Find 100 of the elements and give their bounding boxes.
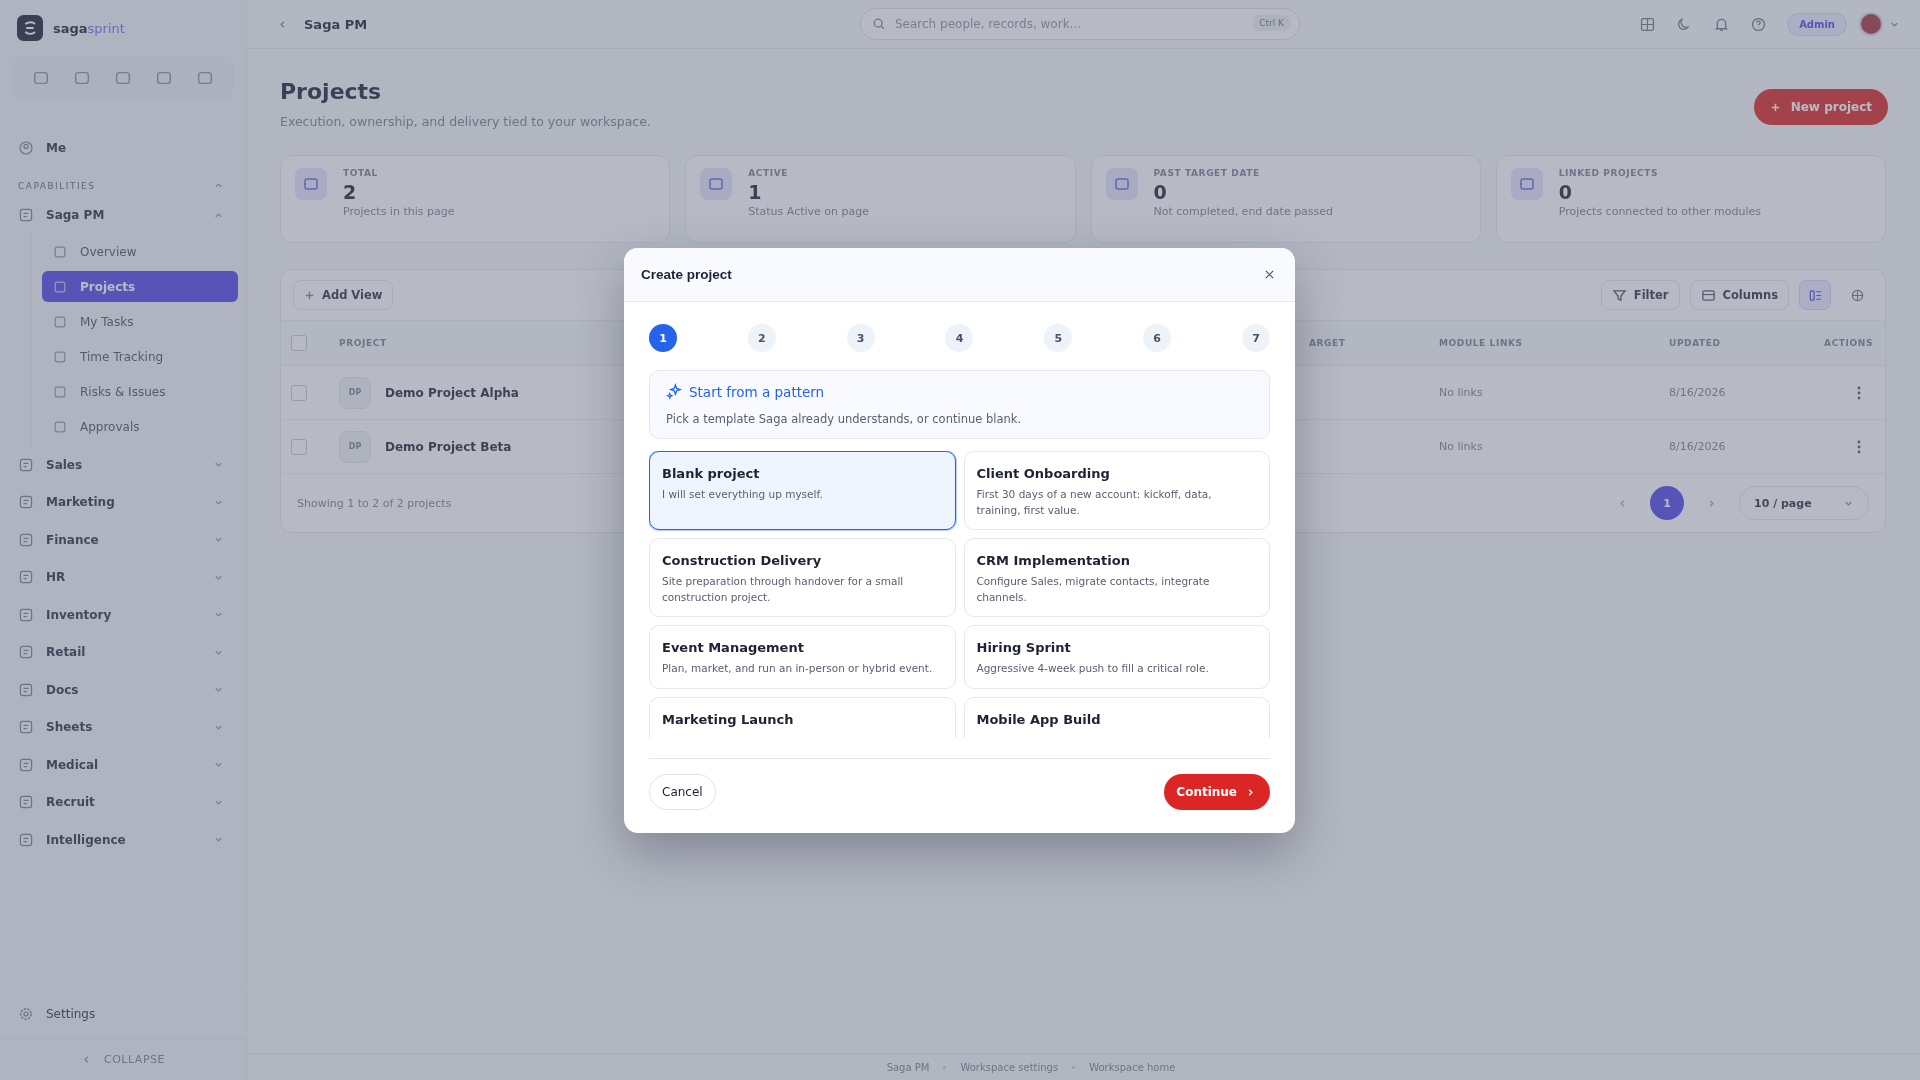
project-avatar: DP xyxy=(339,376,371,409)
filter-button[interactable]: Filter xyxy=(1600,280,1680,310)
stat-value: 0 xyxy=(1558,181,1573,203)
nav-group[interactable]: Finance xyxy=(46,532,201,547)
row-checkbox[interactable] xyxy=(291,438,307,455)
stat-value: 2 xyxy=(343,181,358,203)
nav-group[interactable]: Marketing xyxy=(46,495,201,510)
nav-group[interactable]: Inventory xyxy=(46,607,201,622)
nav-item[interactable]: Risks & Issues xyxy=(42,376,238,407)
nav-group[interactable]: Sales xyxy=(46,457,201,472)
apps-icon[interactable] xyxy=(1639,15,1657,33)
project-avatar: DP xyxy=(339,430,371,463)
stat-note: Projects connected to other modules xyxy=(1558,205,1761,218)
banner-title: Start from a pattern xyxy=(689,383,825,400)
shortcut-icon[interactable] xyxy=(31,69,50,87)
nav-group[interactable]: Sheets xyxy=(46,720,201,735)
step-indicator[interactable]: 1 xyxy=(649,324,677,352)
list-icon xyxy=(1807,287,1823,303)
continue-button[interactable]: Continue xyxy=(1164,774,1270,810)
shortcut-icon[interactable] xyxy=(113,69,132,87)
nav-group[interactable]: Saga PM xyxy=(46,208,201,223)
module-icon xyxy=(18,644,34,661)
template-description: Plan, market, and run an in-person or hybrid event. xyxy=(662,661,934,676)
step-indicator[interactable]: 4 xyxy=(945,324,974,352)
brand-name: sagasprint xyxy=(53,20,125,36)
column-header: ARGET xyxy=(1309,338,1347,348)
collapse-button[interactable]: COLLAPSE xyxy=(0,1038,246,1080)
step-indicator[interactable]: 7 xyxy=(1241,324,1270,352)
module-icon xyxy=(18,831,34,848)
template-card[interactable]: Blank project I will set everything up myself. xyxy=(649,451,956,530)
more-icon[interactable] xyxy=(1857,438,1861,455)
list-view-button[interactable] xyxy=(1799,280,1831,310)
template-card[interactable]: Construction Delivery Site preparation through handover for a small construction project. xyxy=(649,538,956,617)
nav-item[interactable]: My Tasks xyxy=(42,306,238,337)
module-icon xyxy=(18,207,34,224)
footer-link[interactable]: Workspace home xyxy=(1089,1061,1176,1073)
template-title: Construction Delivery xyxy=(662,553,823,568)
template-card[interactable]: Hiring Sprint Aggressive 4-week push to fill a critical role. xyxy=(963,625,1270,689)
columns-icon xyxy=(1700,287,1716,303)
logo-icon xyxy=(17,15,43,41)
nav-item[interactable]: Approvals xyxy=(42,411,238,442)
nav-group[interactable]: Docs xyxy=(46,682,201,697)
nav-item[interactable]: Me xyxy=(46,140,224,155)
stat-value: 0 xyxy=(1153,181,1168,203)
template-description: Configure Sales, migrate contacts, integrate channels. xyxy=(976,574,1211,605)
step-indicator[interactable]: 2 xyxy=(747,324,776,352)
shortcut-icon[interactable] xyxy=(196,69,215,87)
module-icon xyxy=(18,794,34,811)
avatar[interactable] xyxy=(1859,12,1883,36)
table-cell-text: 8/16/2026 xyxy=(1669,440,1727,453)
close-icon[interactable] xyxy=(1264,269,1275,280)
column-header: ACTIONS xyxy=(1824,338,1873,348)
stat-label: TOTAL xyxy=(343,168,379,178)
user-icon xyxy=(18,139,34,156)
settings-icon xyxy=(18,1006,34,1022)
project-name[interactable]: Demo Project Beta xyxy=(385,439,512,454)
module-icon xyxy=(18,681,34,698)
new-project-button[interactable]: New project xyxy=(1753,89,1888,125)
module-icon xyxy=(18,569,34,586)
stat-icon xyxy=(295,168,327,200)
template-card[interactable]: Client Onboarding First 30 days of a new account: kickoff, data, training, first value. xyxy=(963,451,1270,530)
module-icon xyxy=(18,606,34,623)
nav-group[interactable]: Retail xyxy=(46,645,201,660)
step-indicator[interactable]: 6 xyxy=(1143,324,1172,352)
nav-group[interactable]: Intelligence xyxy=(46,832,201,847)
template-card[interactable]: Event Management Plan, market, and run an in-person or hybrid event. xyxy=(649,625,956,689)
step-indicator[interactable]: 5 xyxy=(1044,324,1073,352)
footer-link[interactable]: Saga PM xyxy=(886,1061,930,1073)
footer-link[interactable]: Workspace settings xyxy=(960,1061,1059,1073)
nav-item[interactable]: Time Tracking xyxy=(42,341,238,372)
row-checkbox[interactable] xyxy=(291,384,307,401)
template-title: CRM Implementation xyxy=(976,553,1131,568)
stat-icon xyxy=(1105,168,1138,200)
nav-group[interactable]: HR xyxy=(46,570,201,585)
page-button[interactable]: 1 xyxy=(1650,486,1684,520)
template-title: Marketing Launch xyxy=(662,712,795,727)
shortcut-icon[interactable] xyxy=(72,69,91,87)
select-all-checkbox[interactable] xyxy=(291,335,307,351)
plus-icon xyxy=(1769,101,1781,113)
template-card[interactable]: CRM Implementation Configure Sales, migrate contacts, integrate channels. xyxy=(963,538,1270,617)
section-label: CAPABILITIES xyxy=(18,180,96,191)
template-description: Aggressive 4-week push to fill a critical role. xyxy=(976,661,1210,676)
template-title: Client Onboarding xyxy=(976,466,1111,481)
add-view-button[interactable]: Add View xyxy=(293,280,394,310)
nav-item[interactable]: Projects xyxy=(42,271,238,302)
nav-item[interactable]: Overview xyxy=(42,236,238,267)
help-icon[interactable] xyxy=(1750,15,1768,33)
project-name[interactable]: Demo Project Alpha xyxy=(385,385,519,400)
page-title: Projects xyxy=(280,79,383,104)
step-indicator[interactable]: 3 xyxy=(846,324,875,352)
nav-group[interactable]: Recruit xyxy=(46,795,201,810)
more-icon[interactable] xyxy=(1857,384,1861,401)
nav-group[interactable]: Medical xyxy=(46,757,201,772)
columns-button[interactable]: Columns xyxy=(1689,280,1789,310)
template-title: Mobile App Build xyxy=(976,712,1102,727)
role-badge: Admin xyxy=(1787,12,1847,36)
shortcut-icon[interactable] xyxy=(155,69,174,87)
cancel-button[interactable]: Cancel xyxy=(649,774,716,810)
stat-note: Projects in this page xyxy=(343,205,455,218)
nav-item[interactable]: Settings xyxy=(46,1007,224,1021)
